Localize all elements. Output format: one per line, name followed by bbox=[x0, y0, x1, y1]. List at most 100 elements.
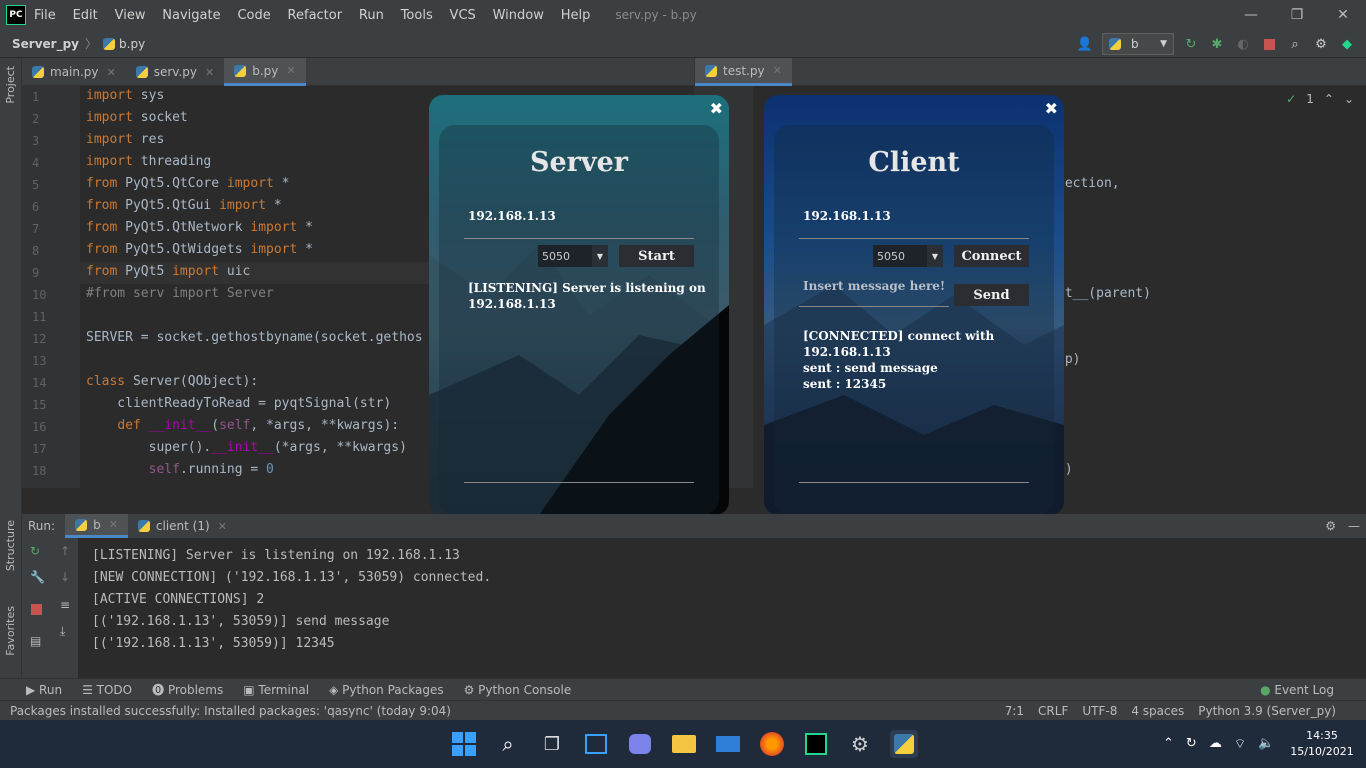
hide-panel-icon[interactable]: — bbox=[1348, 519, 1360, 533]
volume-icon[interactable]: 🔈 bbox=[1258, 736, 1274, 752]
python-file-icon bbox=[75, 518, 88, 531]
firefox-icon[interactable] bbox=[758, 730, 786, 758]
port-select[interactable]: 5050 ▼ bbox=[538, 245, 608, 267]
line-separator[interactable]: CRLF bbox=[1038, 704, 1068, 718]
close-tab-icon[interactable]: ✕ bbox=[205, 66, 214, 79]
message-input[interactable]: Insert message here! bbox=[803, 279, 945, 293]
status-message[interactable]: Packages installed successfully: Install… bbox=[10, 704, 451, 718]
gear-icon[interactable]: ⚙ bbox=[1312, 35, 1330, 53]
debug-icon[interactable]: ✱ bbox=[1208, 35, 1226, 53]
search-icon[interactable]: ⌕ bbox=[494, 730, 522, 758]
event-log-button[interactable]: ● Event Log bbox=[1260, 683, 1334, 697]
jetbrains-icon[interactable]: ◆ bbox=[1338, 35, 1356, 53]
send-button[interactable]: Send bbox=[954, 284, 1029, 306]
menu-run[interactable]: Run bbox=[359, 8, 384, 23]
breadcrumb-file[interactable]: b.py bbox=[119, 37, 145, 51]
terminal-tool-button[interactable]: ▣ Terminal bbox=[243, 683, 309, 697]
tab-serv-py[interactable]: serv.py ✕ bbox=[126, 58, 225, 86]
menu-vcs[interactable]: VCS bbox=[450, 8, 476, 23]
menu-window[interactable]: Window bbox=[493, 8, 544, 23]
close-tab-icon[interactable]: ✕ bbox=[107, 66, 116, 79]
minimize-button[interactable]: — bbox=[1228, 0, 1274, 30]
tab-label: b.py bbox=[252, 63, 279, 78]
python-taskbar-icon[interactable] bbox=[890, 730, 918, 758]
menu-view[interactable]: View bbox=[115, 8, 146, 23]
gear-icon[interactable]: ⚙ bbox=[1325, 519, 1336, 533]
menu-navigate[interactable]: Navigate bbox=[162, 8, 220, 23]
caret-position[interactable]: 7:1 bbox=[1005, 704, 1024, 718]
tab-b-py[interactable]: b.py ✕ bbox=[224, 58, 306, 86]
rerun-icon[interactable]: ↻ bbox=[30, 544, 40, 558]
sync-icon[interactable]: ↻ bbox=[1186, 736, 1197, 752]
stop-icon[interactable] bbox=[1260, 35, 1278, 53]
close-tab-icon[interactable]: ✕ bbox=[286, 64, 295, 77]
client-ip-field[interactable]: 192.168.1.13 bbox=[803, 209, 891, 223]
run-tool-button[interactable]: ▶ Run bbox=[26, 683, 62, 697]
chevron-up-icon[interactable]: ⌃ bbox=[1163, 736, 1174, 752]
settings-icon[interactable]: ⚙ bbox=[846, 730, 874, 758]
menu-code[interactable]: Code bbox=[237, 8, 270, 23]
project-tool-button[interactable]: Project bbox=[4, 66, 17, 104]
python-interpreter[interactable]: Python 3.9 (Server_py) bbox=[1198, 704, 1336, 718]
start-button[interactable]: Start bbox=[619, 245, 694, 267]
menu-edit[interactable]: Edit bbox=[73, 8, 98, 23]
python-packages-tool-button[interactable]: ◈ Python Packages bbox=[329, 683, 443, 697]
connect-button[interactable]: Connect bbox=[954, 245, 1029, 267]
cloud-icon[interactable]: ☁ bbox=[1209, 736, 1222, 752]
arrow-down-icon[interactable]: ↓ bbox=[60, 570, 70, 584]
wrench-icon[interactable]: 🔧 bbox=[30, 570, 45, 584]
file-explorer-icon[interactable] bbox=[670, 730, 698, 758]
scroll-to-end-icon[interactable]: ⤓ bbox=[60, 624, 65, 639]
port-select[interactable]: 5050 ▼ bbox=[873, 245, 943, 267]
code-line: import socket bbox=[86, 110, 188, 125]
clock[interactable]: 14:35 15/10/2021 bbox=[1290, 728, 1354, 760]
close-button[interactable]: ✕ bbox=[1320, 0, 1366, 30]
structure-tool-button[interactable]: Structure bbox=[4, 520, 17, 571]
file-encoding[interactable]: UTF-8 bbox=[1082, 704, 1117, 718]
tab-main-py[interactable]: main.py ✕ bbox=[22, 58, 126, 86]
menu-file[interactable]: File bbox=[34, 8, 56, 23]
close-icon[interactable]: ✖ bbox=[1045, 99, 1058, 118]
soft-wrap-icon[interactable]: ≡ bbox=[60, 598, 70, 612]
layout-icon[interactable]: ▤ bbox=[30, 634, 41, 648]
todo-tool-button[interactable]: ☰ TODO bbox=[82, 683, 132, 697]
pycharm-taskbar-icon[interactable] bbox=[802, 730, 830, 758]
arrow-up-icon[interactable]: ↑ bbox=[60, 544, 70, 558]
menu-tools[interactable]: Tools bbox=[401, 8, 433, 23]
user-icon[interactable]: 👤 bbox=[1076, 35, 1094, 53]
coverage-icon[interactable]: ◐ bbox=[1234, 35, 1252, 53]
console-line: [LISTENING] Server is listening on 192.1… bbox=[92, 548, 460, 563]
stop-icon[interactable] bbox=[31, 604, 42, 615]
tab-test-py[interactable]: test.py ✕ bbox=[695, 58, 792, 86]
breadcrumb-project[interactable]: Server_py bbox=[12, 37, 79, 51]
mail-icon[interactable] bbox=[714, 730, 742, 758]
run-config-select[interactable]: b ▼ bbox=[1102, 33, 1174, 55]
favorites-tool-button[interactable]: Favorites bbox=[4, 606, 17, 656]
server-ip-field[interactable]: 192.168.1.13 bbox=[468, 209, 556, 223]
run-console[interactable]: [LISTENING] Server is listening on 192.1… bbox=[78, 538, 1356, 678]
indent-setting[interactable]: 4 spaces bbox=[1131, 704, 1184, 718]
chevron-down-icon[interactable]: ⌄ bbox=[1344, 92, 1354, 106]
problems-tool-button[interactable]: ⓿ Problems bbox=[152, 681, 223, 698]
task-view-icon[interactable]: ❐ bbox=[538, 730, 566, 758]
widgets-icon[interactable] bbox=[582, 730, 610, 758]
maximize-button[interactable]: ❐ bbox=[1274, 0, 1320, 30]
menu-help[interactable]: Help bbox=[561, 8, 591, 23]
close-tab-icon[interactable]: ✕ bbox=[773, 64, 782, 77]
start-icon[interactable] bbox=[450, 730, 478, 758]
teams-chat-icon[interactable] bbox=[626, 730, 654, 758]
run-tab-b[interactable]: b ✕ bbox=[65, 514, 128, 538]
inspection-widget[interactable]: ✓ 1 ⌃ ⌄ bbox=[1286, 92, 1354, 106]
wifi-icon[interactable]: ⌔ bbox=[1234, 736, 1246, 752]
close-tab-icon[interactable]: ✕ bbox=[109, 518, 118, 531]
rerun-icon[interactable]: ↻ bbox=[1182, 35, 1200, 53]
run-tab-client[interactable]: client (1) ✕ bbox=[128, 514, 237, 538]
line-number: 17 bbox=[32, 442, 47, 456]
chevron-up-icon[interactable]: ⌃ bbox=[1324, 92, 1334, 106]
code-fragment: nection, bbox=[1057, 176, 1120, 191]
close-icon[interactable]: ✖ bbox=[710, 99, 723, 118]
python-console-tool-button[interactable]: ⚙ Python Console bbox=[464, 683, 572, 697]
close-tab-icon[interactable]: ✕ bbox=[218, 520, 227, 533]
menu-refactor[interactable]: Refactor bbox=[288, 8, 343, 23]
search-icon[interactable]: ⌕ bbox=[1286, 35, 1304, 53]
